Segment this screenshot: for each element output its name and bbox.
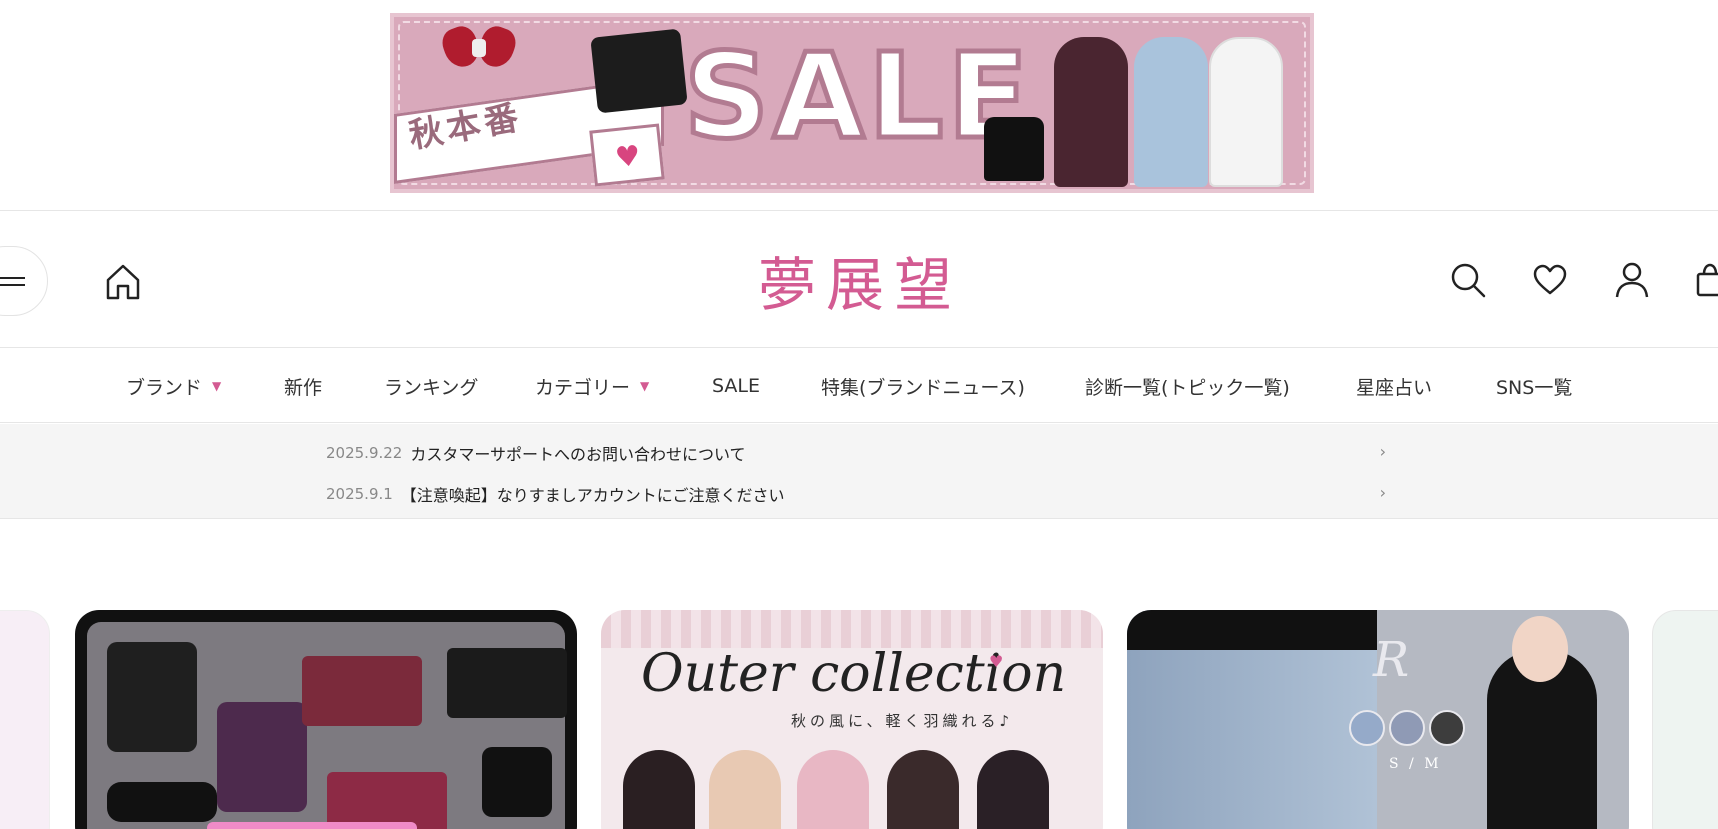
carousel-card[interactable]: R S / M	[1127, 610, 1629, 829]
home-button[interactable]	[104, 262, 142, 302]
bow-icon	[438, 22, 520, 72]
heart-icon	[1533, 264, 1567, 295]
skirt-image	[327, 772, 447, 829]
cart-button[interactable]	[1690, 260, 1718, 300]
shoes-image	[107, 782, 217, 822]
nav-item-label: ブランド	[126, 376, 203, 399]
home-icon	[106, 264, 140, 300]
nav-item-label: SALE	[712, 375, 761, 397]
brand-logo: R	[1373, 632, 1410, 688]
search-button[interactable]	[1448, 260, 1488, 300]
model-image	[709, 750, 781, 829]
account-button[interactable]	[1612, 260, 1652, 300]
carousel-card[interactable]: Outer collection ♥ 秋の風に、軽く羽織れる♪	[601, 610, 1103, 829]
nav-item-diagnosis[interactable]: 診断一覧(トピック一覧)	[1085, 349, 1290, 423]
nav-item-label: カテゴリー	[535, 376, 631, 399]
chevron-right-icon: ›	[1379, 442, 1386, 461]
main-nav: ブランド ▼ 新作 ランキング カテゴリー ▼ SALE 特集(ブランドニュース…	[0, 349, 1718, 423]
jacket-image	[107, 642, 197, 752]
shirt-image	[1127, 610, 1377, 650]
boot-image	[984, 117, 1044, 181]
color-swatch	[1429, 710, 1465, 746]
news-item[interactable]: 2025.9.1 【注意喚起】なりすましアカウントにご注意ください ›	[326, 479, 1386, 509]
color-swatch	[1389, 710, 1425, 746]
dress-image	[1054, 37, 1128, 187]
nav-item-category[interactable]: カテゴリー ▼	[535, 349, 649, 423]
sale-banner[interactable]: 秋本番 ♥ SALE	[390, 13, 1314, 193]
nav-item-sale[interactable]: SALE	[712, 349, 760, 423]
carousel-card-peek[interactable]	[1652, 610, 1718, 829]
chevron-down-icon: ▼	[640, 379, 650, 393]
user-icon	[1615, 262, 1649, 298]
news-item[interactable]: 2025.9.22 カスタマーサポートへのお問い合わせについて ›	[326, 438, 1386, 468]
promo-banner-area: 秋本番 ♥ SALE	[0, 0, 1718, 211]
news-section: 2025.9.22 カスタマーサポートへのお問い合わせについて › 2025.9…	[0, 424, 1718, 519]
boots-image	[482, 747, 552, 817]
nav-item-sns[interactable]: SNS一覧	[1496, 349, 1572, 423]
nav-item-label: 診断一覧(トピック一覧)	[1085, 376, 1290, 399]
nav-item-new[interactable]: 新作	[284, 349, 322, 423]
pink-label-strip	[207, 822, 417, 829]
model-image	[977, 750, 1049, 829]
nav-item-horoscope[interactable]: 星座占い	[1356, 349, 1432, 423]
cart-icon	[1696, 263, 1718, 297]
news-date: 2025.9.22	[326, 444, 403, 462]
bag-image	[590, 28, 688, 114]
model-image	[887, 750, 959, 829]
model-image	[623, 750, 695, 829]
chevron-right-icon: ›	[1379, 483, 1386, 502]
model-face	[1512, 616, 1568, 682]
nav-item-features[interactable]: 特集(ブランドニュース)	[821, 349, 1025, 423]
model-image	[797, 750, 869, 829]
nav-item-brand[interactable]: ブランド ▼	[126, 349, 221, 423]
carousel-card[interactable]	[75, 610, 577, 829]
size-label: S / M	[1389, 756, 1442, 772]
menu-button[interactable]	[0, 246, 48, 316]
carousel-card-peek[interactable]	[0, 610, 50, 829]
news-date: 2025.9.1	[326, 485, 393, 503]
menu-icon	[0, 277, 25, 286]
dress-image	[1134, 37, 1208, 187]
sale-text: SALE	[681, 27, 1033, 165]
dress-image	[1209, 37, 1283, 187]
search-icon	[1451, 263, 1486, 298]
nav-item-label: 星座占い	[1356, 376, 1433, 399]
heart-icon: ♥	[989, 652, 1004, 671]
nav-item-label: 新作	[284, 376, 323, 399]
plaid-band	[601, 610, 1103, 648]
heart-icon: ♥	[613, 138, 642, 175]
favorites-button[interactable]	[1530, 260, 1570, 300]
nav-item-ranking[interactable]: ランキング	[384, 349, 478, 423]
site-logo[interactable]: 夢展望	[740, 244, 980, 319]
nav-item-label: ランキング	[384, 376, 479, 399]
news-title: カスタマーサポートへのお問い合わせについて	[410, 445, 746, 464]
site-header: 夢展望	[0, 212, 1718, 348]
blouse-image	[217, 702, 307, 812]
skirt-image	[447, 648, 567, 718]
chevron-down-icon: ▼	[212, 379, 222, 393]
skirt-image	[302, 656, 422, 726]
nav-item-label: SNS一覧	[1496, 376, 1573, 399]
color-swatch	[1349, 710, 1385, 746]
card-image	[87, 622, 567, 829]
card-subtitle: 秋の風に、軽く羽織れる♪	[791, 712, 1014, 730]
feature-carousel: Outer collection ♥ 秋の風に、軽く羽織れる♪ R S / M	[0, 610, 1718, 829]
heart-flag: ♥	[589, 123, 665, 187]
news-title: 【注意喚起】なりすましアカウントにご注意ください	[400, 486, 785, 505]
nav-item-label: 特集(ブランドニュース)	[821, 376, 1025, 399]
